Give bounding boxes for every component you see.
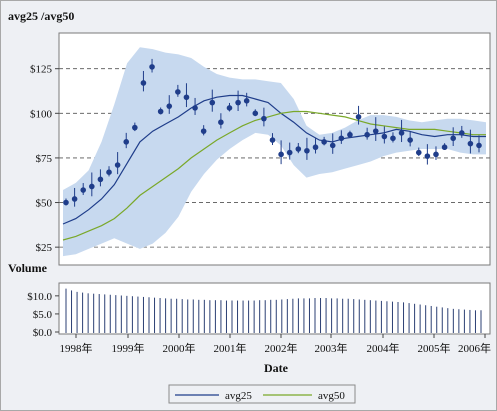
date-x-tick-label: 2000年 [163,341,196,355]
price-point [261,115,267,122]
date-x-tick-label: 1998年 [60,341,93,355]
date-x-tick-label: 2005年 [418,341,451,355]
date-x-tick-label: 1999年 [112,341,145,355]
price-point [97,176,104,183]
date-x-tick-label: 2002年 [265,341,298,355]
price-point [183,94,190,101]
price-point [467,140,474,147]
price-point [304,147,310,154]
price-point [295,146,302,152]
legend: avg25 avg50 [168,384,356,404]
date-x-tick-label: 2006年 [458,341,491,355]
price-point [441,144,448,151]
price-point [226,105,233,111]
volume-y-tick-label: $0.0 [33,327,53,339]
price-point [71,196,78,202]
price-point [149,64,155,70]
volume-chart-title: Volume [8,261,48,275]
price-point [355,114,362,120]
price-point [235,99,241,106]
volume-y-tick-label: $5.0 [33,309,53,321]
price-y-axis: $25 $50 $75 $100 $125 [30,64,59,254]
price-point [269,137,276,143]
date-x-tick-label: 2001年 [214,341,247,355]
price-point [278,151,284,158]
price-point [372,128,379,134]
price-y-tick-label: $50 [36,198,53,210]
price-point [364,131,370,138]
price-point [329,142,336,149]
volume-y-tick-label: $10.0 [27,291,52,303]
price-y-tick-label: $100 [30,108,53,120]
price-point [114,162,121,168]
chart-svg: avg25 /avg50 $25 $50 $75 $100 $125 Volume $0… [8,9,491,404]
price-point [398,130,405,136]
price-y-tick-label: $125 [30,64,53,76]
date-x-tick-label: 2004年 [367,341,400,355]
price-point [458,130,465,136]
price-point [312,144,319,151]
volume-y-axis: $0.0 $5.0 $10.0 [27,291,59,339]
price-point [132,124,138,131]
price-point [243,98,250,104]
price-y-tick-label: $25 [36,242,53,254]
price-point [209,99,216,106]
price-point [175,89,181,95]
price-point [286,149,293,156]
price-point [390,135,396,142]
price-point [157,108,164,115]
price-point [166,103,173,109]
price-point [106,169,112,175]
price-point [80,187,87,193]
price-point [63,199,69,206]
price-point [415,149,422,156]
x-axis-title: Date [264,361,289,375]
price-point [476,142,482,149]
price-point [123,139,130,145]
price-point [338,135,345,142]
price-chart-title: avg25 /avg50 [8,9,74,23]
price-point [192,105,198,111]
price-point [433,151,439,158]
legend-avg50-label: avg50 [318,390,345,402]
price-point [381,133,388,140]
price-point [347,131,353,138]
date-x-axis: 1998年 1999年 2000年 2001年 2002年 2003年 2004年 2005年… [60,334,491,355]
price-point [424,153,431,159]
price-point [89,183,95,190]
price-point [218,119,224,126]
price-point [407,137,413,143]
price-point [140,80,147,86]
legend-avg25-label: avg25 [225,390,252,402]
price-point [321,139,327,145]
price-point [252,110,259,117]
price-point [200,128,207,134]
price-y-tick-label: $75 [36,153,53,165]
date-x-tick-label: 2003年 [315,341,348,355]
price-point [450,135,456,142]
